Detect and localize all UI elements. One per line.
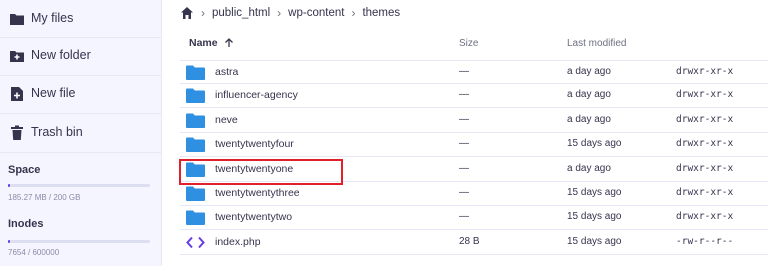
file-size: — [459, 211, 469, 223]
sidebar-item-label: Trash bin [31, 125, 83, 139]
file-browser: › public_html › wp-content › themes Name… [172, 0, 768, 266]
breadcrumb-item-wp-content[interactable]: wp-content [288, 7, 344, 19]
file-size: — [459, 187, 469, 198]
file-modified: 15 days ago [567, 187, 622, 198]
file-permissions: drwxr-xr-x [676, 162, 734, 174]
sidebar-item-label: New file [31, 86, 76, 100]
file-name[interactable]: twentytwentythree [215, 187, 300, 199]
trash-icon [11, 125, 23, 140]
divider [0, 152, 162, 153]
file-permissions: drwxr-xr-x [676, 113, 734, 125]
file-name[interactable]: index.php [215, 236, 261, 248]
chevron-right-icon: › [201, 6, 205, 20]
table-row[interactable]: twentytwentyfour — 15 days ago drwxr-xr-x [180, 133, 768, 158]
folder-plus-icon [10, 51, 24, 62]
folder-icon [186, 65, 205, 80]
file-modified: 15 days ago [567, 235, 622, 247]
chevron-right-icon: › [351, 6, 356, 20]
breadcrumb-item-public-html[interactable]: public_html [212, 7, 270, 19]
file-permissions: drwxr-xr-x [676, 89, 734, 101]
arrow-up-icon [224, 38, 233, 47]
home-icon[interactable] [180, 6, 194, 20]
inodes-meter-fill [8, 240, 11, 243]
space-usage-text: 185.27 MB / 200 GB [8, 193, 81, 202]
table-row[interactable]: neve — a day ago drwxr-xr-x [180, 109, 768, 133]
table-row[interactable]: twentytwentytwo — 15 days ago drwxr-xr-x [180, 206, 768, 231]
sidebar-item-new-file[interactable]: New file [0, 75, 162, 113]
table-row[interactable]: influencer-agency — a day ago drwxr-xr-x [180, 84, 768, 109]
sidebar-item-my-files[interactable]: My files [0, 0, 162, 38]
file-name[interactable]: twentytwentytwo [215, 211, 292, 223]
file-name[interactable]: twentytwentyfour [215, 138, 294, 150]
file-name[interactable]: astra [215, 66, 238, 78]
space-title: Space [8, 164, 41, 176]
sidebar-item-label: My files [31, 11, 74, 25]
chevron-right-icon: › [277, 6, 282, 20]
column-header-name[interactable]: Name [189, 37, 234, 49]
code-icon [186, 236, 205, 248]
file-plus-icon [11, 87, 23, 101]
inodes-title: Inodes [8, 218, 44, 230]
folder-icon [186, 113, 205, 128]
file-size: — [459, 138, 469, 150]
table-row[interactable]: index.php 28 B 15 days ago -rw-r--r-- [180, 231, 768, 255]
folder-icon [186, 186, 205, 201]
file-size: — [459, 66, 469, 77]
file-size: 28 B [459, 235, 480, 247]
file-permissions: -rw-r--r-- [676, 235, 734, 247]
file-modified: 15 days ago [567, 211, 622, 223]
sidebar-item-new-folder[interactable]: New folder [0, 37, 162, 75]
file-size: — [459, 162, 469, 174]
file-size: — [459, 89, 469, 101]
folder-icon [186, 88, 205, 104]
file-permissions: drwxr-xr-x [676, 138, 734, 150]
inodes-meter [8, 240, 150, 243]
file-size: — [459, 113, 469, 125]
sidebar: My files New folder New file Trash bin S… [0, 0, 162, 266]
space-meter-fill [8, 184, 11, 187]
file-name[interactable]: influencer-agency [215, 89, 298, 101]
file-modified: a day ago [567, 113, 611, 125]
breadcrumb: › public_html › wp-content › themes [180, 4, 400, 22]
file-modified: a day ago [567, 66, 611, 77]
space-meter [8, 184, 150, 187]
inodes-usage-text: 7654 / 600000 [8, 248, 60, 257]
folder-icon [10, 14, 24, 25]
table-row[interactable]: astra — a day ago drwxr-xr-x [180, 60, 768, 84]
sidebar-item-trash-bin[interactable]: Trash bin [0, 114, 162, 152]
breadcrumb-item-themes[interactable]: themes [362, 7, 400, 19]
sidebar-item-label: New folder [31, 48, 91, 62]
column-header-size[interactable]: Size [459, 38, 478, 49]
folder-icon [186, 137, 205, 153]
column-header-last-modified[interactable]: Last modified [567, 38, 626, 49]
file-modified: 15 days ago [567, 138, 622, 150]
file-modified: a day ago [567, 89, 611, 101]
column-header-name-label: Name [189, 37, 218, 49]
highlight-box [179, 159, 343, 185]
folder-icon [186, 210, 205, 226]
file-permissions: drwxr-xr-x [676, 187, 734, 198]
file-permissions: drwxr-xr-x [676, 211, 734, 223]
file-permissions: drwxr-xr-x [676, 66, 734, 77]
file-name[interactable]: neve [215, 114, 238, 126]
file-modified: a day ago [567, 162, 611, 174]
table-row[interactable]: twentytwentythree — 15 days ago drwxr-xr-x [180, 182, 768, 206]
